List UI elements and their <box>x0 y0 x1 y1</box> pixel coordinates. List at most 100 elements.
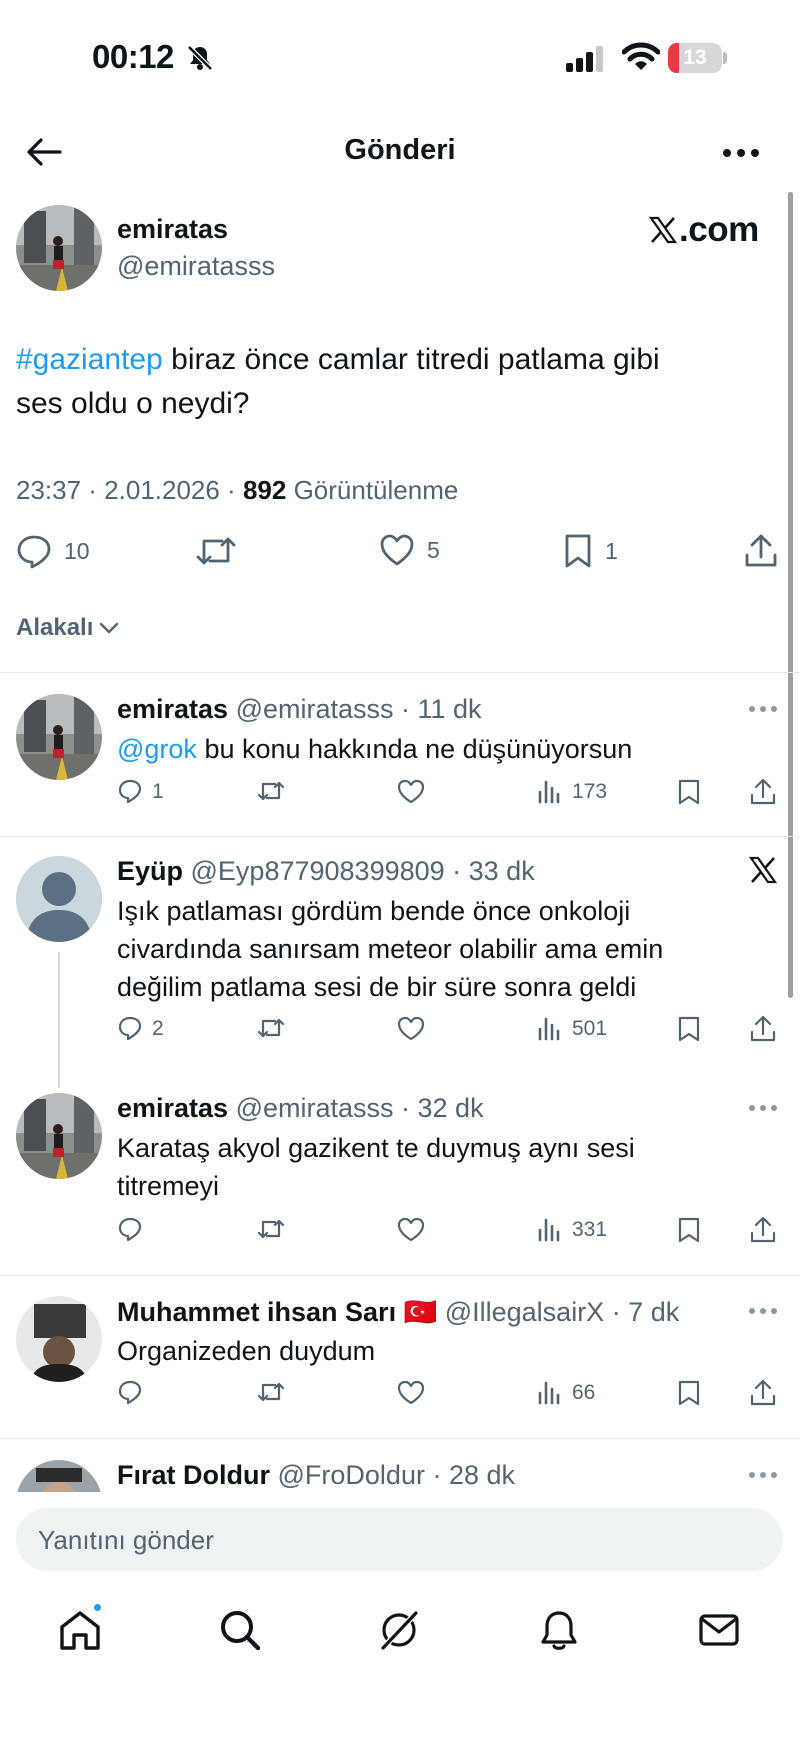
author-name[interactable]: emiratas <box>117 214 228 245</box>
search-icon[interactable] <box>218 1608 262 1652</box>
views-button[interactable]: 66 <box>537 1379 595 1407</box>
reply-meta: @emiratasss · 11 dk <box>228 694 482 724</box>
views-icon <box>538 1381 560 1405</box>
avatar[interactable] <box>16 1093 102 1179</box>
author-handle[interactable]: @emiratasss <box>117 251 275 282</box>
home-icon[interactable] <box>58 1608 102 1652</box>
reply-button[interactable]: 10 <box>16 533 90 569</box>
reply-header: Fırat Doldur @FroDoldur · 28 dk <box>117 1460 515 1491</box>
reply-icon <box>118 779 142 804</box>
reply-author-name[interactable]: Fırat Doldur <box>117 1460 270 1490</box>
grok-icon[interactable] <box>377 1608 421 1652</box>
reply-text-line: Işık patlaması gördüm bende önce onkoloj… <box>117 896 631 926</box>
reply-meta: @FroDoldur · 28 dk <box>270 1460 516 1490</box>
reply-text: @grok bu konu hakkında ne düşünüyorsun <box>117 730 767 768</box>
reply-icon <box>118 1016 142 1041</box>
avatar[interactable] <box>16 856 102 942</box>
hashtag-link[interactable]: #gaziantep <box>16 343 163 376</box>
views-icon <box>538 1017 560 1041</box>
share-button[interactable] <box>744 533 778 569</box>
like-icon <box>397 1016 425 1041</box>
reply-count: 10 <box>64 537 90 564</box>
more-icon[interactable] <box>722 147 760 159</box>
reply-compose-input[interactable]: Yanıtını gönder <box>16 1508 783 1571</box>
reply-meta: @emiratasss · 32 dk <box>228 1093 484 1123</box>
messages-icon[interactable] <box>697 1608 741 1652</box>
post-timestamp: 23:37 · 2.01.2026 · <box>16 475 243 505</box>
repost-button[interactable] <box>257 1216 285 1244</box>
more-icon[interactable] <box>748 705 778 713</box>
post-text-line1: biraz önce camlar titredi patlama gibi <box>162 343 660 376</box>
bookmark-button[interactable] <box>676 1015 704 1043</box>
views-button[interactable]: 331 <box>537 1216 607 1244</box>
page-title: Gönderi <box>344 134 456 166</box>
repost-button[interactable] <box>257 1015 285 1043</box>
share-button[interactable] <box>749 1015 777 1043</box>
views-icon <box>538 780 560 804</box>
bookmark-button[interactable] <box>676 1216 704 1244</box>
mention-link[interactable]: @grok <box>117 734 197 764</box>
avatar[interactable] <box>16 205 102 291</box>
share-button[interactable] <box>749 1379 777 1407</box>
flag-emoji: 🇹🇷 <box>403 1297 438 1327</box>
views-button[interactable]: 501 <box>537 1015 607 1043</box>
share-icon <box>750 778 776 805</box>
reply-author-name[interactable]: Muhammet ihsan Sarı <box>117 1297 396 1327</box>
post-text: #gaziantep biraz önce camlar titredi pat… <box>16 338 776 426</box>
bookmark-button[interactable]: 1 <box>563 533 618 569</box>
like-button[interactable] <box>397 1015 425 1043</box>
bookmark-icon <box>678 1380 700 1406</box>
reply-count: 1 <box>152 780 164 803</box>
share-button[interactable] <box>749 778 777 806</box>
avatar[interactable] <box>16 694 102 780</box>
reply-meta: @IllegalsairX · 7 dk <box>437 1297 680 1327</box>
x-logo: .com <box>648 210 759 250</box>
like-button[interactable] <box>397 1216 425 1244</box>
x-logo-icon <box>648 216 678 244</box>
scrollbar[interactable] <box>788 192 793 998</box>
views-button[interactable]: 173 <box>537 778 607 806</box>
repost-icon <box>257 781 285 801</box>
reply-header: Eyüp @Eyp877908399809 · 33 dk <box>117 856 535 887</box>
chevron-down-icon <box>100 622 119 634</box>
bookmark-count: 1 <box>605 537 618 564</box>
reply-text-line: Karataş akyol gazikent te duymuş aynı se… <box>117 1133 635 1163</box>
divider <box>0 1438 800 1439</box>
bell-off-icon <box>187 45 213 71</box>
more-icon[interactable] <box>748 1307 778 1315</box>
repost-icon <box>257 1382 285 1402</box>
bookmark-icon <box>678 1217 700 1243</box>
repost-button[interactable] <box>257 1379 285 1407</box>
bookmark-button[interactable] <box>676 1379 704 1407</box>
more-icon[interactable] <box>748 1471 778 1479</box>
reply-author-name[interactable]: emiratas <box>117 1093 228 1123</box>
post-actions: 10 5 1 <box>16 533 786 573</box>
repost-icon <box>257 1018 285 1038</box>
reply-button[interactable] <box>117 1216 145 1244</box>
share-icon <box>745 534 777 567</box>
status-time: 00:12 <box>92 38 174 75</box>
reply-button[interactable] <box>117 1379 145 1407</box>
share-button[interactable] <box>749 1216 777 1244</box>
like-button[interactable] <box>397 1379 425 1407</box>
post-text-line2: ses oldu o neydi? <box>16 387 250 420</box>
reply-text: Işık patlaması gördüm bende önce onkoloj… <box>117 892 767 1006</box>
notifications-icon[interactable] <box>537 1608 581 1652</box>
reply-text: Organizeden duydum <box>117 1336 376 1366</box>
repost-button[interactable] <box>257 778 285 806</box>
avatar[interactable] <box>16 1296 102 1382</box>
like-button[interactable]: 5 <box>379 533 440 567</box>
reply-button[interactable]: 2 <box>117 1015 164 1043</box>
like-button[interactable] <box>397 778 425 806</box>
more-icon[interactable] <box>748 1104 778 1112</box>
repost-button[interactable] <box>196 533 236 569</box>
bookmark-button[interactable] <box>676 778 704 806</box>
reply-button[interactable]: 1 <box>117 778 164 806</box>
divider <box>0 672 800 673</box>
reply-author-name[interactable]: Eyüp <box>117 856 183 886</box>
share-icon <box>750 1015 776 1042</box>
sort-dropdown[interactable]: Alakalı <box>16 614 119 642</box>
views-label: Görüntülenme <box>286 475 459 505</box>
reply-author-name[interactable]: emiratas <box>117 694 228 724</box>
avatar[interactable] <box>16 1460 102 1492</box>
